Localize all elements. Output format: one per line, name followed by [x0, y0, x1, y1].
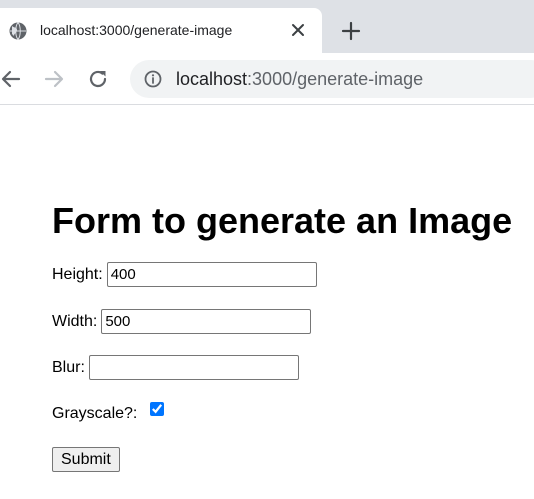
- address-bar[interactable]: localhost:3000/generate-image: [130, 60, 534, 98]
- arrow-right-icon[interactable]: [43, 68, 65, 90]
- grayscale-checkbox[interactable]: [150, 402, 165, 416]
- close-icon[interactable]: [289, 21, 307, 39]
- plus-icon[interactable]: [340, 20, 362, 42]
- page-title: Form to generate an Image: [52, 200, 513, 241]
- url-text: localhost:3000/generate-image: [176, 69, 423, 90]
- blur-input[interactable]: [88, 355, 299, 380]
- blur-row: Blur:: [52, 355, 299, 380]
- reload-icon[interactable]: [87, 68, 109, 90]
- blur-label: Blur:: [52, 358, 85, 376]
- height-row: Height:: [52, 262, 317, 287]
- width-input[interactable]: [101, 309, 312, 334]
- globe-icon: [9, 22, 27, 40]
- url-path: :3000/generate-image: [247, 69, 424, 89]
- height-label: Height:: [52, 265, 103, 283]
- tab-title: localhost:3000/generate-image: [40, 22, 233, 38]
- page-content: Form to generate an Image Height: Width:…: [0, 105, 534, 499]
- grayscale-row: Grayscale?:: [52, 402, 165, 423]
- width-row: Width:: [52, 309, 312, 334]
- info-icon[interactable]: [144, 70, 162, 88]
- width-label: Width:: [52, 312, 98, 330]
- submit-button[interactable]: Submit: [52, 447, 120, 472]
- tab-strip: localhost:3000/generate-image: [0, 0, 534, 53]
- arrow-left-icon[interactable]: [0, 68, 22, 90]
- browser-toolbar: localhost:3000/generate-image: [0, 53, 534, 105]
- url-host: localhost: [176, 69, 248, 89]
- browser-tab[interactable]: localhost:3000/generate-image: [0, 8, 322, 53]
- height-input[interactable]: [106, 262, 317, 287]
- grayscale-label: Grayscale?:: [52, 405, 138, 422]
